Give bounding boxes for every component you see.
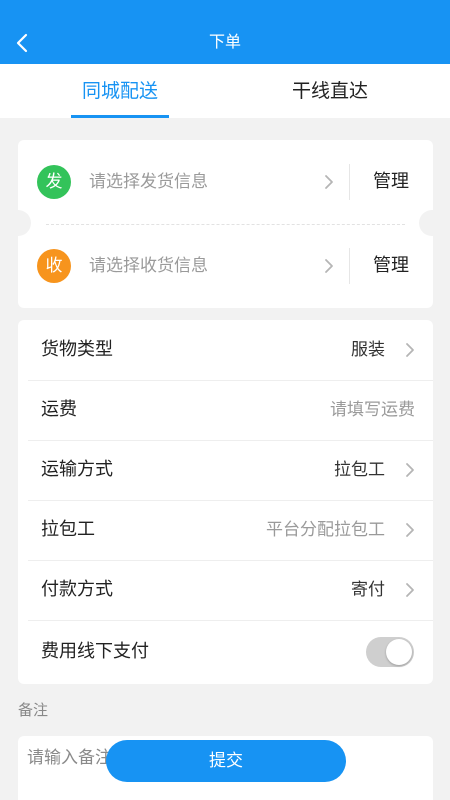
card-notch-left: [5, 210, 31, 236]
top-bar: 下单: [0, 0, 450, 64]
freight-input[interactable]: 请填写运费: [330, 380, 415, 440]
sender-address-row[interactable]: 发 请选择发货信息 管理: [18, 140, 433, 224]
page-title: 下单: [208, 32, 241, 51]
sender-badge: 发: [37, 165, 71, 199]
offline-payment-row: 费用线下支付: [18, 620, 433, 684]
row-label: 费用线下支付: [41, 641, 149, 662]
offline-payment-toggle[interactable]: [366, 637, 414, 667]
payment-method-value: 寄付: [351, 580, 385, 600]
chevron-right-icon: [406, 463, 414, 477]
toggle-knob: [386, 639, 412, 665]
address-card: 发 请选择发货信息 管理 收 请选择收货信息 管理: [18, 140, 433, 308]
chevron-right-icon: [325, 175, 333, 189]
row-label: 货物类型: [41, 339, 113, 360]
sender-manage-button[interactable]: 管理: [360, 140, 422, 224]
receiver-address-placeholder[interactable]: 请选择收货信息: [89, 224, 208, 308]
row-label: 运输方式: [41, 459, 113, 480]
tab-bar: 同城配送 干线直达: [0, 64, 450, 118]
porter-value: 平台分配拉包工: [266, 520, 385, 540]
divider: [349, 164, 350, 200]
freight-row[interactable]: 运费 请填写运费: [18, 380, 433, 440]
chevron-right-icon: [406, 583, 414, 597]
chevron-right-icon: [325, 259, 333, 273]
cargo-type-value: 服装: [351, 340, 385, 360]
cargo-type-row[interactable]: 货物类型 服装: [18, 320, 433, 380]
transport-method-value: 拉包工: [334, 460, 385, 480]
divider: [349, 248, 350, 284]
chevron-right-icon: [406, 523, 414, 537]
row-label: 运费: [41, 399, 77, 420]
card-notch-right: [419, 210, 445, 236]
remark-label: 备注: [18, 701, 49, 719]
receiver-badge: 收: [37, 249, 71, 283]
sender-address-placeholder[interactable]: 请选择发货信息: [89, 140, 208, 224]
active-tab-indicator: [71, 115, 169, 118]
receiver-manage-button[interactable]: 管理: [360, 224, 422, 308]
order-form-card: 货物类型 服装 运费 请填写运费 运输方式 拉包工 拉包工 平台分配拉包工 付款…: [18, 320, 433, 684]
receiver-address-row[interactable]: 收 请选择收货信息 管理: [18, 224, 433, 308]
porter-row[interactable]: 拉包工 平台分配拉包工: [18, 500, 433, 560]
submit-button[interactable]: 提交: [106, 740, 346, 782]
tab-same-city-delivery[interactable]: 同城配送: [71, 64, 169, 118]
row-label: 拉包工: [41, 519, 95, 540]
payment-method-row[interactable]: 付款方式 寄付: [18, 560, 433, 620]
chevron-right-icon: [406, 343, 414, 357]
transport-method-row[interactable]: 运输方式 拉包工: [18, 440, 433, 500]
tab-trunk-direct[interactable]: 干线直达: [280, 64, 380, 118]
row-label: 付款方式: [41, 579, 113, 600]
